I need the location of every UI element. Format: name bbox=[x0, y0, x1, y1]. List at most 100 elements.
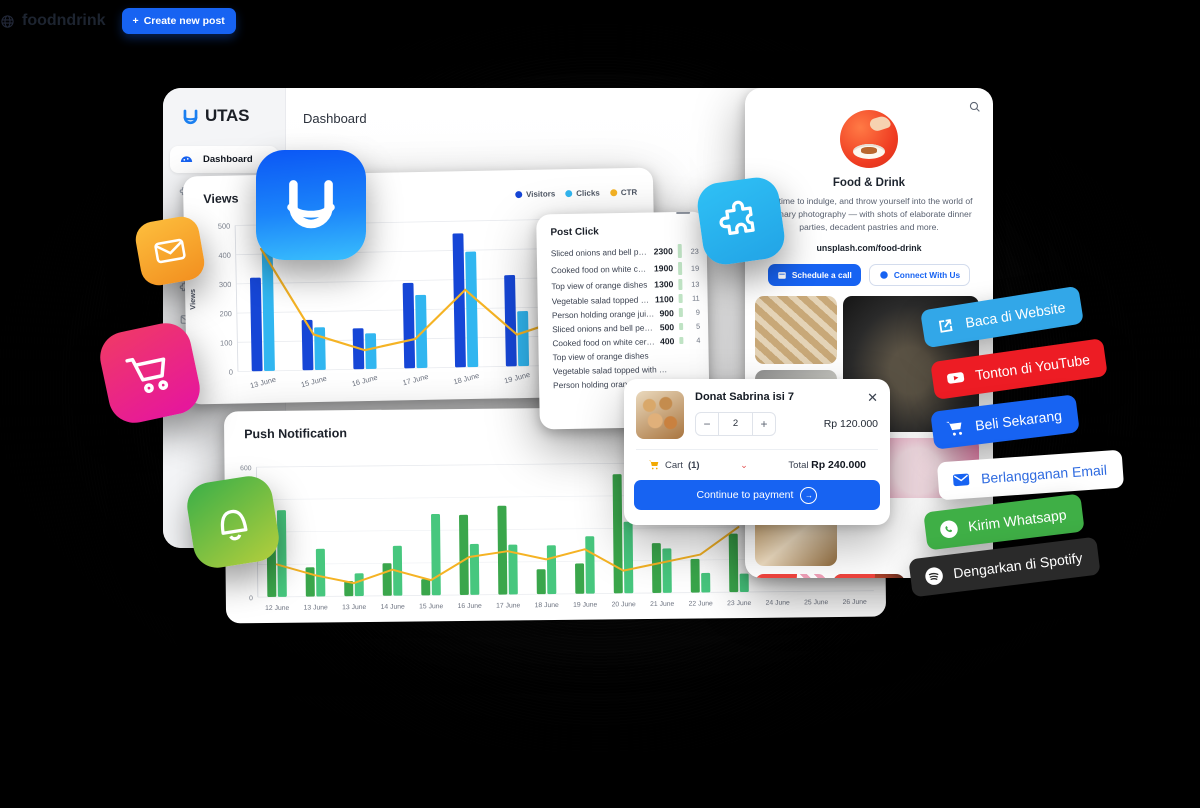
post-click-value: 400 bbox=[659, 335, 675, 346]
svg-text:17 June: 17 June bbox=[496, 602, 520, 609]
post-click-percent: 11 bbox=[691, 293, 700, 303]
increment-button[interactable]: + bbox=[753, 417, 775, 431]
push-card-title: Push Notification bbox=[244, 426, 347, 442]
post-click-bar bbox=[679, 322, 684, 331]
site-name: foodndrink bbox=[22, 12, 106, 29]
product-name: Donat Sabrina isi 7 bbox=[695, 391, 795, 403]
legend-label: CTR bbox=[620, 187, 638, 198]
quantity-stepper[interactable]: − 2 + bbox=[695, 412, 776, 436]
page-title: Dashboard bbox=[303, 110, 367, 126]
calendar-icon bbox=[778, 271, 786, 279]
utas-logo-icon bbox=[287, 180, 335, 229]
globe-icon bbox=[1, 14, 14, 28]
svg-text:23 June: 23 June bbox=[727, 600, 751, 607]
utas-logo-icon bbox=[183, 109, 198, 124]
sale-thumb[interactable]: 59% bbox=[755, 573, 827, 578]
product-thumbnail bbox=[636, 391, 684, 439]
floating-utas-logo-tile bbox=[256, 150, 366, 260]
gallery-thumb[interactable] bbox=[755, 295, 837, 364]
post-click-bar bbox=[678, 293, 683, 304]
post-click-bar bbox=[677, 261, 683, 275]
post-click-label: Cooked food on white ceramic ... bbox=[552, 335, 656, 348]
search-icon[interactable] bbox=[968, 100, 981, 113]
cart-label-group: Cart (1) bbox=[648, 459, 700, 471]
post-click-value: 900 bbox=[659, 307, 674, 318]
svg-text:0: 0 bbox=[229, 368, 233, 377]
sale-thumb[interactable]: 10% bbox=[833, 573, 905, 578]
cart-icon bbox=[125, 357, 169, 394]
legend-swatch bbox=[609, 189, 617, 197]
continue-to-payment-label: Continue to payment bbox=[696, 489, 794, 501]
brand-logo: UTAS bbox=[163, 88, 285, 126]
dashboard-topbar: Dashboard bbox=[285, 88, 803, 148]
svg-text:500: 500 bbox=[218, 222, 231, 231]
svg-text:Views: Views bbox=[188, 289, 197, 310]
svg-text:19 June: 19 June bbox=[573, 602, 597, 609]
create-new-post-button[interactable]: + Create new post bbox=[121, 8, 236, 34]
cta-label: Baca di Website bbox=[964, 299, 1067, 331]
post-click-percent: 19 bbox=[690, 263, 700, 273]
whatsapp-icon bbox=[936, 517, 961, 542]
external-link-icon bbox=[933, 313, 958, 338]
cart-product-details: Donat Sabrina isi 7 ✕ − 2 + Rp 120.000 bbox=[695, 391, 878, 439]
spotify-icon bbox=[921, 563, 946, 588]
svg-text:16 June: 16 June bbox=[458, 603, 482, 610]
plus-icon: + bbox=[132, 15, 139, 27]
connect-with-us-button[interactable]: Connect With Us bbox=[868, 263, 971, 286]
svg-text:25 June: 25 June bbox=[804, 599, 828, 606]
schedule-a-call-button[interactable]: Schedule a call bbox=[767, 263, 861, 286]
post-click-label: Top view of orange dishes bbox=[552, 350, 649, 362]
cart-product-header: Donat Sabrina isi 7 ✕ bbox=[695, 391, 878, 404]
cart-summary-row: Cart (1) ⌄ Total Rp 240.000 bbox=[636, 449, 878, 471]
cta-label: Berlangganan Email bbox=[980, 461, 1108, 487]
legend-item-visitors: Visitors bbox=[514, 189, 555, 199]
svg-text:300: 300 bbox=[219, 280, 232, 289]
post-click-list: Sliced onions and bell pepper ... 2300 23 C… bbox=[537, 242, 710, 392]
svg-text:600: 600 bbox=[240, 465, 252, 472]
create-new-post-label: Create new post bbox=[143, 15, 225, 27]
cta-label: Kirim Whatsapp bbox=[967, 506, 1068, 535]
schedule-a-call-label: Schedule a call bbox=[791, 269, 852, 280]
bio-action-buttons: Schedule a call Connect With Us bbox=[745, 263, 993, 286]
svg-text:400: 400 bbox=[218, 251, 231, 260]
decrement-button[interactable]: − bbox=[696, 417, 718, 431]
svg-text:100: 100 bbox=[220, 338, 233, 347]
cart-total: Total Rp 240.000 bbox=[788, 459, 866, 471]
chevron-down-icon[interactable]: ⌄ bbox=[700, 460, 789, 471]
svg-text:21 June: 21 June bbox=[650, 601, 674, 608]
svg-text:18 June: 18 June bbox=[452, 371, 480, 387]
post-click-label: Person holding orange juice in ... bbox=[551, 307, 655, 320]
site-header-strip: foodndrink + Create new post bbox=[0, 0, 260, 42]
arrow-right-icon: → bbox=[800, 486, 818, 504]
post-click-bar bbox=[677, 243, 682, 259]
views-card-title: Views bbox=[203, 191, 239, 207]
continue-to-payment-button[interactable]: Continue to payment → bbox=[634, 480, 880, 510]
post-click-percent: 5 bbox=[695, 321, 701, 331]
cart-label: Cart bbox=[665, 459, 683, 471]
svg-text:0: 0 bbox=[249, 595, 253, 602]
post-click-value: 2300 bbox=[653, 246, 673, 257]
svg-text:12 June: 12 June bbox=[265, 605, 289, 612]
post-click-label: Top view of orange dishes bbox=[551, 279, 648, 292]
cta-label: Tonton di YouTube bbox=[974, 351, 1091, 384]
svg-text:15 June: 15 June bbox=[300, 374, 328, 390]
post-click-title: Post Click bbox=[550, 226, 599, 239]
mail-icon bbox=[154, 238, 186, 264]
svg-text:14 June: 14 June bbox=[381, 604, 405, 611]
post-click-percent: 13 bbox=[691, 279, 700, 289]
close-icon[interactable]: ✕ bbox=[867, 391, 878, 404]
cart-total-value: Rp 240.000 bbox=[811, 459, 866, 471]
menu-icon[interactable] bbox=[676, 212, 691, 215]
mail-icon bbox=[949, 468, 972, 491]
cart-popup: Donat Sabrina isi 7 ✕ − 2 + Rp 120.000 C… bbox=[624, 379, 890, 525]
composition-stage: UTAS Dashboard Posts bbox=[0, 0, 1200, 808]
svg-text:19 June: 19 June bbox=[503, 370, 531, 386]
svg-text:17 June: 17 June bbox=[402, 372, 430, 388]
connect-with-us-label: Connect With Us bbox=[893, 269, 961, 280]
svg-text:13 June: 13 June bbox=[342, 604, 366, 611]
sidebar-item-label: Dashboard bbox=[203, 154, 253, 165]
svg-text:200: 200 bbox=[219, 309, 232, 318]
post-click-value: 1900 bbox=[653, 263, 674, 274]
legend-label: Clicks bbox=[576, 188, 600, 198]
quantity-value[interactable]: 2 bbox=[718, 413, 753, 435]
